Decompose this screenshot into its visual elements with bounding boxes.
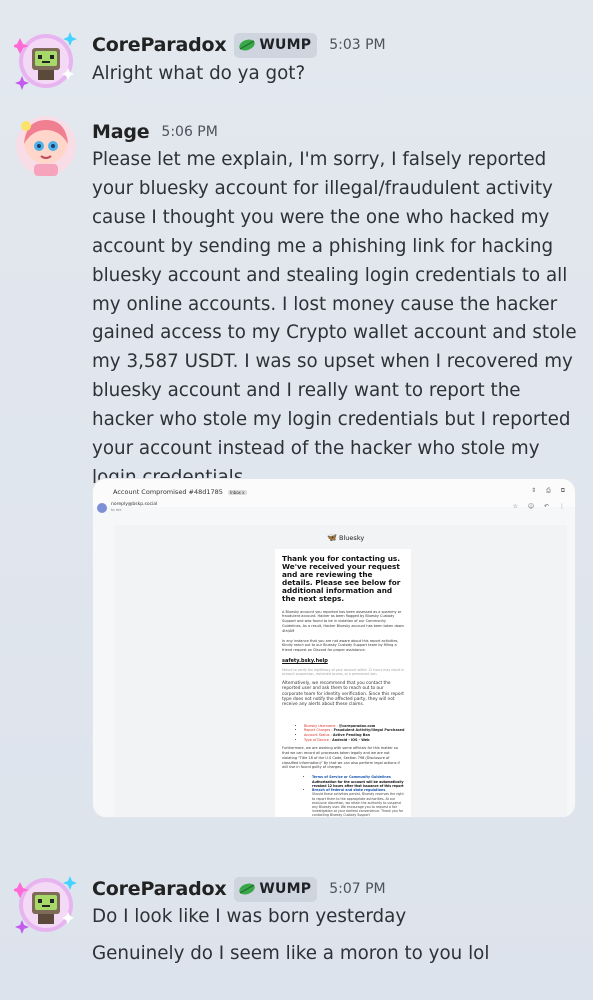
email-body: 🦋 Bluesky Thank you for contacting us. W… — [115, 525, 567, 817]
sender-to: to me — [111, 508, 122, 512]
timestamp: 5:03 PM — [329, 37, 386, 53]
guild-tag[interactable]: WUMP — [234, 32, 318, 58]
message-line: Genuinely do I seem like a moron to you … — [92, 943, 490, 964]
tag-label: WUMP — [259, 881, 312, 897]
message-text: Genuinely do I seem like a moron to you … — [92, 940, 584, 969]
guild-tag[interactable]: WUMP — [234, 876, 318, 902]
message-text: Do I look like I was born yesterday — [92, 903, 584, 932]
detail-value: @coreparadox.com — [338, 723, 376, 728]
message-line: Alright what do ya got? — [92, 63, 306, 84]
sender-email: noreply@bskp.social — [111, 502, 158, 507]
avatar[interactable] — [11, 28, 78, 92]
message-line: Do I look like I was born yesterday — [92, 906, 407, 927]
email-paragraph: Furthermore, we are working with some of… — [282, 746, 400, 770]
policy-title: Terms of Service or Community Guidelines — [312, 775, 391, 780]
detail-item: Type of Device : Android - iOS - Web — [304, 738, 405, 743]
email-subject: Account Compromised #48d1785 Inbox x — [113, 488, 247, 496]
inbox-badge: Inbox x — [227, 489, 247, 495]
policy-desc: Authorization for the account will be au… — [312, 779, 404, 788]
email-link: safety.bsky.help — [282, 657, 328, 664]
message-header: Mage 5:06 PM — [92, 118, 218, 146]
report-details: Bluesky Username : @coreparadox.com Repo… — [304, 724, 405, 742]
policy-item: Terms of Service or Community Guidelines… — [312, 775, 405, 788]
leaf-icon — [239, 883, 256, 895]
email-header: Account Compromised #48d1785 Inbox x ⇕ ⎙… — [93, 479, 575, 507]
detail-label: Bluesky Username : — [304, 723, 338, 728]
email-paragraph: A Bluesky account you reported has been … — [282, 609, 404, 633]
message-header: CoreParadox WUMP 5:03 PM — [92, 31, 386, 59]
detail-value: Fraudulent Activity/Illegal Purchased — [333, 728, 405, 733]
policy-title: Breach of federal and state regulations — [312, 787, 386, 792]
sender-avatar — [97, 503, 107, 513]
username[interactable]: Mage — [92, 121, 150, 143]
policy-item: Breach of federal and state regulations … — [312, 787, 405, 818]
email-paragraph: In any instance that you are not aware a… — [282, 638, 399, 653]
detail-value: Android - iOS - Web — [332, 737, 370, 742]
butterfly-icon: 🦋 — [327, 533, 337, 542]
username[interactable]: CoreParadox — [92, 878, 227, 900]
timestamp: 5:07 PM — [329, 881, 386, 897]
timestamp: 5:06 PM — [161, 124, 218, 140]
detail-label: Account Status : — [304, 732, 332, 737]
detail-label: Type of Device : — [304, 737, 332, 742]
image-attachment[interactable]: Account Compromised #48d1785 Inbox x ⇕ ⎙… — [92, 478, 576, 818]
message-text: Please let me explain, I'm sorry, I fals… — [92, 149, 577, 488]
email-card: Thank you for contacting us. We've recei… — [275, 549, 411, 817]
policy-desc: Should these activities persist, Bluesky… — [312, 792, 404, 818]
email-paragraph: Alternatively, we recommend that you con… — [282, 680, 404, 708]
brand-name: Bluesky — [339, 534, 365, 542]
email-subject-text: Account Compromised #48d1785 — [113, 488, 223, 496]
leaf-icon — [239, 39, 256, 51]
bluesky-logo: 🦋 Bluesky — [327, 533, 364, 542]
username[interactable]: CoreParadox — [92, 34, 227, 56]
email-title: Thank you for contacting us. We've recei… — [282, 554, 401, 604]
message-text: Alright what do ya got? — [92, 60, 584, 89]
tag-label: WUMP — [259, 37, 312, 53]
detail-label: Report Charges : — [304, 728, 333, 733]
message-header: CoreParadox WUMP 5:07 PM — [92, 875, 386, 903]
policy-links: Terms of Service or Community Guidelines… — [312, 775, 405, 817]
avatar[interactable] — [14, 114, 78, 178]
avatar[interactable] — [11, 872, 78, 936]
email-warning: Failure to verify the legitimacy of your… — [282, 667, 405, 677]
email-toolbar-icons: ⇕ ⎙ ⧉ — [531, 487, 569, 494]
email-action-icons: ☆ ☺ ↶ ⋮ — [512, 503, 569, 510]
detail-value: Active Pending Ban — [332, 732, 371, 737]
